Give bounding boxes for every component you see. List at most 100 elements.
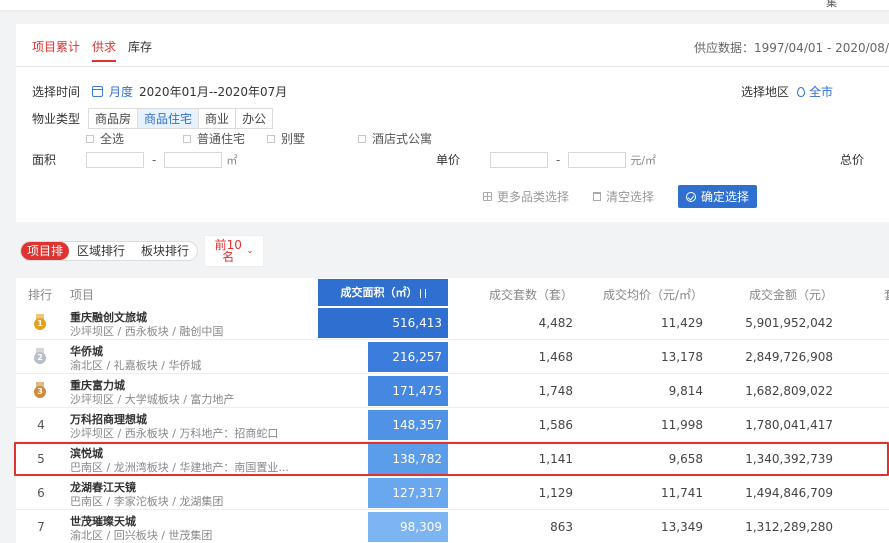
- area-value: 216,257: [392, 350, 442, 364]
- ranking-by-region[interactable]: 区域排行: [69, 242, 133, 260]
- property-type-office[interactable]: 办公: [236, 109, 272, 128]
- table-header: 排行 项目 成交面积（㎡） 成交套数（套） 成交均价（元/㎡） 成交金额（元） …: [16, 278, 889, 306]
- amount-value: 2,849,726,908: [745, 350, 833, 364]
- checkbox[interactable]: [183, 134, 191, 143]
- tab-bar: 项目累计 供求 库存: [32, 38, 152, 62]
- header-sets[interactable]: 成交套数（套）: [489, 286, 573, 303]
- tab-project-total[interactable]: 项目累计: [32, 38, 80, 55]
- project-description: 沙坪坝区 / 西永板块 / 万科地产：招商蛇口: [70, 427, 279, 440]
- chevron-down-icon: ⌄: [246, 246, 254, 256]
- grid-icon: [483, 192, 492, 201]
- period-selector[interactable]: 月度: [109, 83, 133, 100]
- property-type-label: 物业类型: [32, 112, 81, 126]
- gold-medal-icon: 1: [33, 314, 47, 330]
- bronze-medal-icon: 3: [33, 382, 47, 398]
- ranking-table: 排行 项目 成交面积（㎡） 成交套数（套） 成交均价（元/㎡） 成交金额（元） …: [14, 278, 889, 543]
- area-value: 148,357: [392, 418, 442, 432]
- area-bar: 516,413: [318, 308, 448, 338]
- area-label: 面积: [32, 153, 57, 167]
- area-max-input[interactable]: [164, 151, 223, 168]
- avg-price-value: 13,178: [661, 350, 703, 364]
- area-bar: 216,257: [368, 342, 448, 372]
- price-filter-row: 单价 - 元/㎡: [436, 151, 656, 168]
- area-unit: ㎡: [226, 153, 238, 167]
- project-description: 巴南区 / 龙洲湾板块 / 华建地产：南国置业...: [70, 461, 289, 474]
- avg-price-value: 9,814: [668, 384, 703, 398]
- medal-rank: 2: [34, 352, 46, 364]
- subtype-normal-residence[interactable]: 普通住宅: [183, 130, 245, 147]
- area-bar: 171,475: [368, 376, 448, 406]
- price-min-input[interactable]: [490, 151, 548, 168]
- avg-price-value: 11,429: [661, 316, 703, 330]
- region-selector[interactable]: 全市: [809, 83, 833, 100]
- subtype-all[interactable]: 全选: [86, 130, 124, 147]
- area-value: 138,782: [392, 452, 442, 466]
- property-type-row: 物业类型 商品房 商品住宅 商业 办公: [32, 108, 274, 129]
- range-dash: -: [152, 152, 157, 167]
- header-rank: 排行: [28, 288, 53, 302]
- tab-inventory[interactable]: 库存: [128, 38, 152, 55]
- project-description: 渝北区 / 礼嘉板块 / 华侨城: [70, 359, 202, 372]
- area-bar: 148,357: [368, 410, 448, 440]
- header-avg-price[interactable]: 成交均价（元/㎡）: [603, 286, 703, 303]
- table-row[interactable]: 7 世茂璀璨天城 渝北区 / 回兴板块 / 世茂集团 98,309 863 13…: [16, 510, 889, 543]
- tab-supply-demand[interactable]: 供求: [92, 38, 117, 62]
- avg-price-value: 9,658: [668, 452, 703, 466]
- project-description: 沙坪坝区 / 大学城板块 / 富力地产: [70, 393, 235, 406]
- trash-icon: [593, 192, 602, 201]
- property-type-commercial-housing[interactable]: 商品房: [89, 109, 139, 128]
- table-row[interactable]: 5 滨悦城 巴南区 / 龙洲湾板块 / 华建地产：南国置业... 138,782…: [14, 442, 889, 476]
- amount-value: 1,494,846,709: [745, 486, 833, 500]
- property-type-business[interactable]: 商业: [199, 109, 237, 128]
- total-filter-row: 总价: [840, 151, 864, 168]
- rank-number: 4: [37, 418, 45, 432]
- sets-value: 1,586: [538, 418, 573, 432]
- more-categories-button[interactable]: 更多品类选择: [483, 188, 569, 205]
- subtype-villa[interactable]: 别墅: [267, 130, 305, 147]
- project-description: 沙坪坝区 / 西永板块 / 融创中国: [70, 325, 224, 338]
- header-extra: 套: [884, 286, 889, 303]
- filter-actions: 更多品类选择 清空选择 确定选择: [483, 185, 758, 208]
- checkbox[interactable]: [267, 134, 275, 143]
- medal-rank: 1: [34, 318, 46, 330]
- property-type-residential[interactable]: 商品住宅: [138, 109, 200, 128]
- header-amount[interactable]: 成交金额（元）: [749, 286, 833, 303]
- checkbox[interactable]: [358, 134, 366, 143]
- header-area-sorted[interactable]: 成交面积（㎡）: [318, 279, 448, 306]
- top-n-select[interactable]: 前10名 ⌄: [204, 235, 265, 267]
- rank-number: 5: [37, 452, 45, 466]
- header-project: 项目: [70, 288, 95, 302]
- table-row[interactable]: 4 万科招商理想城 沙坪坝区 / 西永板块 / 万科地产：招商蛇口 148,35…: [16, 408, 889, 442]
- checkbox[interactable]: [86, 134, 94, 143]
- check-circle-icon: [686, 191, 697, 202]
- table-row[interactable]: 2 华侨城 渝北区 / 礼嘉板块 / 华侨城 216,257 1,468 13,…: [16, 340, 889, 374]
- amount-value: 1,340,392,739: [745, 452, 833, 466]
- amount-value: 1,682,809,022: [745, 384, 833, 398]
- table-row[interactable]: 3 重庆富力城 沙坪坝区 / 大学城板块 / 富力地产 171,475 1,74…: [16, 374, 889, 408]
- silver-medal-icon: 2: [33, 348, 47, 364]
- avg-price-value: 11,741: [661, 486, 703, 500]
- calendar-icon[interactable]: [92, 86, 104, 97]
- subtype-serviced-apartment[interactable]: 酒店式公寓: [358, 130, 432, 147]
- table-row[interactable]: 6 龙湖春江天镜 巴南区 / 李家沱板块 / 龙湖集团 127,317 1,12…: [16, 476, 889, 510]
- amount-value: 5,901,952,042: [745, 316, 833, 330]
- area-filter-row: 面积 - ㎡: [32, 151, 237, 168]
- sort-icon: [419, 288, 426, 298]
- total-price-label: 总价: [840, 153, 865, 167]
- area-min-input[interactable]: [86, 151, 144, 168]
- price-max-input[interactable]: [568, 151, 627, 168]
- location-pin-icon: [796, 86, 805, 97]
- price-label: 单价: [436, 153, 461, 167]
- ranking-by-project[interactable]: 项目排: [21, 242, 70, 260]
- supply-data-range: 供应数据：1997/04/01 - 2020/08/: [693, 41, 889, 55]
- confirm-selection-button[interactable]: 确定选择: [678, 185, 758, 208]
- sets-value: 1,129: [538, 486, 573, 500]
- sets-value: 1,468: [538, 350, 573, 364]
- area-value: 516,413: [392, 316, 442, 330]
- table-row[interactable]: 1 重庆融创文旅城 沙坪坝区 / 西永板块 / 融创中国 516,413 4,4…: [16, 306, 889, 340]
- time-range[interactable]: 2020年01月--2020年07月: [139, 83, 287, 100]
- clear-selection-button[interactable]: 清空选择: [593, 188, 654, 205]
- divider: [16, 66, 889, 67]
- ranking-by-block[interactable]: 板块排行: [133, 242, 197, 260]
- sets-value: 1,141: [538, 452, 573, 466]
